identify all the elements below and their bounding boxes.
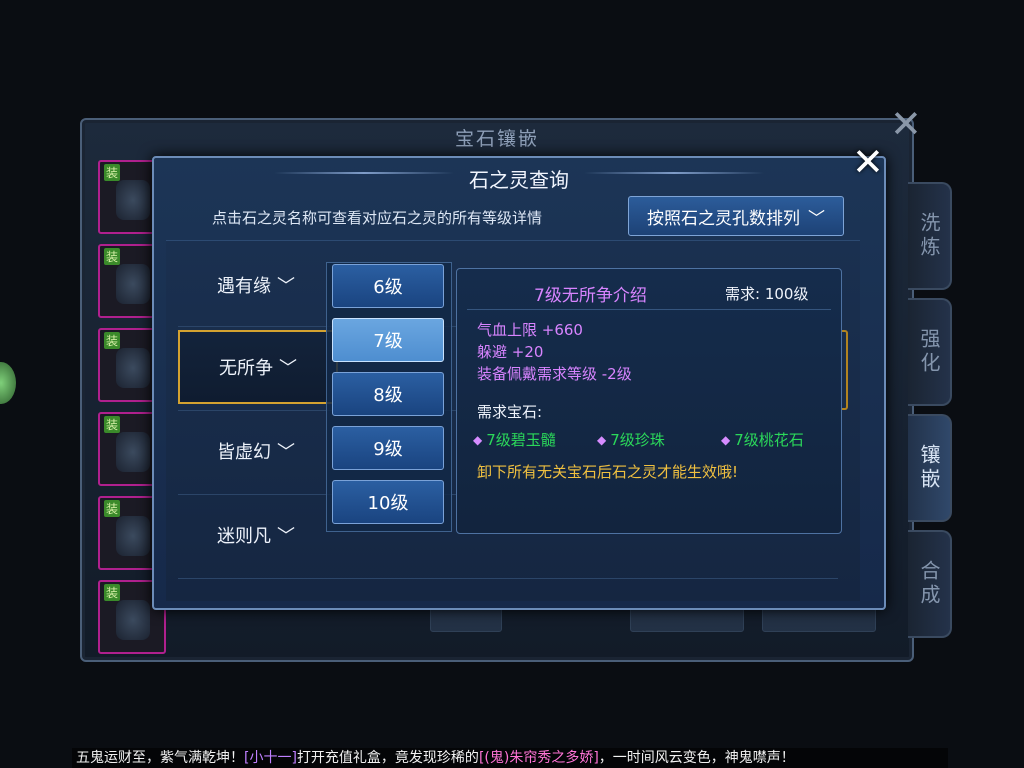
player-name: [小十一] (244, 750, 297, 766)
item-name: [(鬼)朱帘秀之多娇] (478, 750, 599, 766)
level-requirement: 需求: 100级 (725, 285, 809, 303)
equipment-icon (116, 180, 150, 220)
spirit-item[interactable]: 迷则凡 ﹀ (178, 500, 334, 570)
left-orb-icon[interactable] (0, 362, 16, 404)
equipment-icon (116, 264, 150, 304)
chevron-down-icon: ﹀ (277, 526, 295, 547)
bg-close-icon[interactable]: ✕ (890, 102, 922, 146)
equip-tag: 装 (104, 164, 121, 181)
marquee-text: 打开充值礼盒，竟发现珍稀的 (296, 750, 479, 766)
equip-tag: 装 (104, 332, 121, 349)
spirit-name: 遇有缘 (217, 276, 271, 297)
announcement-marquee: 五鬼运财至，紫气满乾坤！[小十一]打开充值礼盒，竟发现珍稀的[(鬼)朱帘秀之多娇… (72, 748, 948, 768)
stat-line: 装备佩戴需求等级 -2级 (477, 365, 632, 383)
gem-requirement-header: 需求宝石: (477, 403, 543, 421)
gem-inlay-title: 宝石镶嵌 (454, 128, 539, 150)
detail-title: 7级无所争介绍 (534, 286, 647, 306)
level-button[interactable]: 9级 (332, 426, 444, 470)
dialog-title: 石之灵查询 (469, 168, 569, 192)
spirit-name: 皆虚幻 (217, 442, 271, 463)
spirit-item[interactable]: 遇有缘 ﹀ (178, 250, 334, 320)
equipment-icon (116, 432, 150, 472)
gem-name: 7级桃花石 (734, 431, 804, 449)
stat-line: 躲避 +20 (477, 343, 544, 361)
equip-tag: 装 (104, 416, 121, 433)
gem-name: 7级珍珠 (610, 431, 665, 449)
sort-label: 按照石之灵孔数排列 (647, 208, 800, 229)
level-button[interactable]: 6级 (332, 264, 444, 308)
gem-name: 7级碧玉髓 (486, 431, 556, 449)
chevron-down-icon: ﹀ (279, 358, 297, 379)
gem-requirement: ◆ 7级珍珠 (597, 429, 665, 450)
gem-requirement: ◆ 7级碧玉髓 (473, 429, 556, 450)
level-button[interactable]: 8级 (332, 372, 444, 416)
chevron-down-icon: ﹀ (277, 442, 295, 463)
gem-icon: ◆ (473, 432, 483, 447)
sort-dropdown[interactable]: 按照石之灵孔数排列 ﹀ (628, 196, 844, 236)
tab-inlay[interactable]: 镶嵌 (908, 414, 952, 522)
gem-icon: ◆ (597, 432, 607, 447)
divider (467, 309, 831, 310)
tab-refine[interactable]: 洗炼 (908, 182, 952, 290)
marquee-text: ，一时间风云变色，神鬼噤声！ (598, 750, 795, 766)
tab-synthesize[interactable]: 合成 (908, 530, 952, 638)
spirit-detail-panel: 7级无所争介绍 需求: 100级 气血上限 +660 躲避 +20 装备佩戴需求… (456, 268, 842, 534)
row-divider (178, 578, 838, 579)
stat-line: 气血上限 +660 (477, 321, 583, 339)
spirit-item-selected[interactable]: 无所争 ﹀ (178, 330, 338, 404)
equip-tag: 装 (104, 248, 121, 265)
equip-tag: 装 (104, 500, 121, 517)
chevron-down-icon: ﹀ (808, 208, 825, 229)
hint-text: 点击石之灵名称可查看对应石之灵的所有等级详情 (212, 209, 543, 227)
gem-requirement: ◆ 7级桃花石 (721, 429, 804, 450)
chevron-down-icon: ﹀ (277, 276, 295, 297)
tab-enhance[interactable]: 强化 (908, 298, 952, 406)
equipment-icon (116, 516, 150, 556)
warning-text: 卸下所有无关宝石后石之灵才能生效哦! (477, 463, 739, 481)
gem-icon: ◆ (721, 432, 731, 447)
equip-tag: 装 (104, 584, 121, 601)
spirit-name: 迷则凡 (217, 526, 271, 547)
marquee-text: 五鬼运财至，紫气满乾坤！ (76, 750, 244, 766)
spirit-item[interactable]: 皆虚幻 ﹀ (178, 416, 334, 486)
close-icon[interactable]: ✕ (852, 140, 884, 184)
equipment-icon (116, 600, 150, 640)
watermark-logo (966, 744, 1022, 766)
spirit-name: 无所争 (219, 358, 273, 379)
level-button-selected[interactable]: 7级 (332, 318, 444, 362)
equipment-icon (116, 348, 150, 388)
level-button[interactable]: 10级 (332, 480, 444, 524)
